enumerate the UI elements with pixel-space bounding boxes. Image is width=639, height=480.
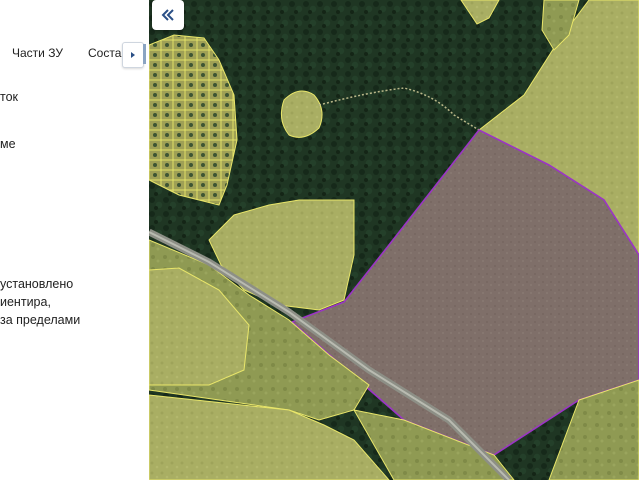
tab-overflow-indicator	[143, 44, 146, 64]
map-canvas[interactable]	[149, 0, 639, 480]
left-info-panel: Части ЗУ Состав ток ме установлено иенти…	[0, 0, 149, 480]
tab-parts[interactable]: Части ЗУ	[12, 46, 63, 60]
tab-scroll-right-button[interactable]	[122, 42, 144, 68]
field-oval	[280, 90, 323, 138]
chevron-right-icon	[131, 52, 135, 58]
collapse-panel-button[interactable]	[152, 0, 184, 30]
info-text-line-2: ме	[0, 137, 16, 151]
info-text-line-1: ток	[0, 90, 19, 104]
info-text-line-5: за пределами	[0, 313, 81, 327]
info-text-line-4: иентира,	[0, 295, 51, 309]
satellite-map[interactable]	[149, 0, 639, 480]
double-chevron-left-icon	[161, 9, 174, 21]
info-text-line-3: установлено	[0, 277, 74, 291]
